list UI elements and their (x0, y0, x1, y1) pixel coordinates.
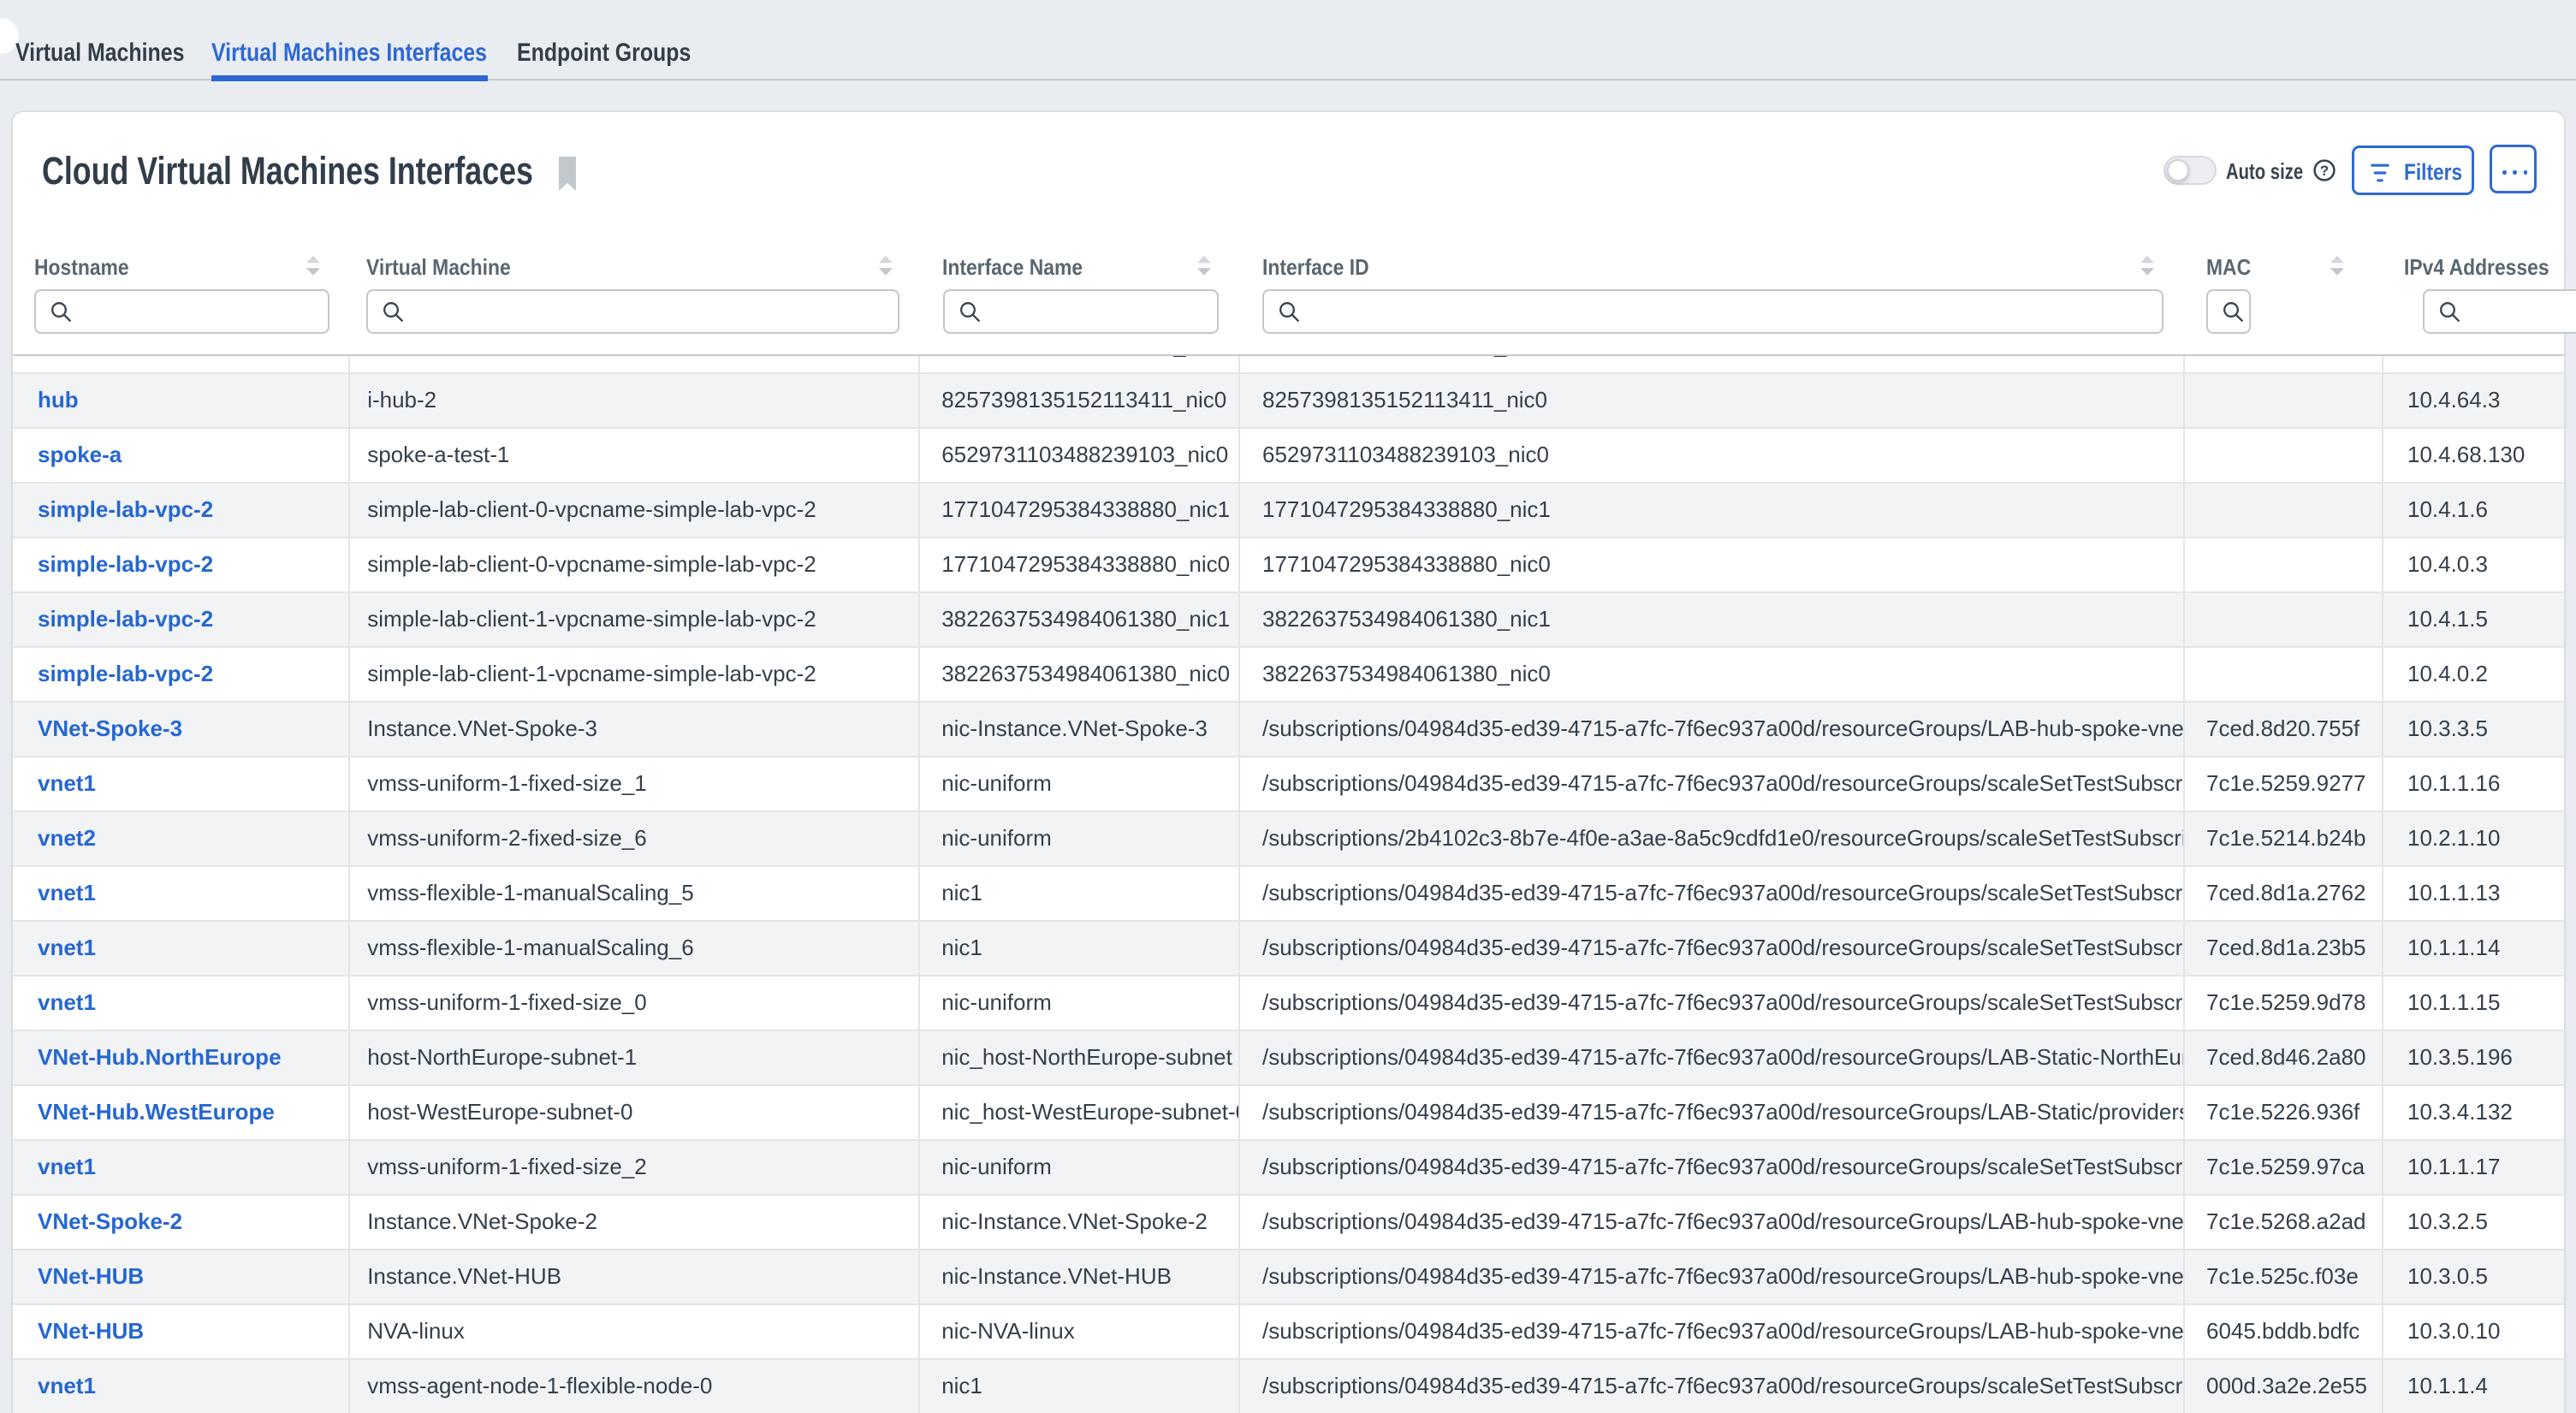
svg-text:?: ? (2320, 163, 2329, 179)
